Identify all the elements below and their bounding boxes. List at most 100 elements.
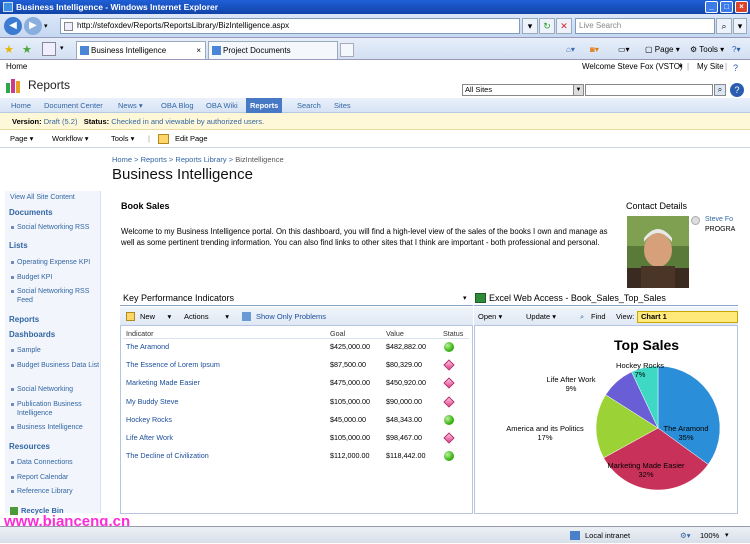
tools-menu[interactable]: ⚙ Tools ▾: [690, 42, 724, 57]
breadcrumb-home[interactable]: Home: [112, 155, 132, 164]
nav-sites[interactable]: Sites: [330, 98, 355, 113]
search-icon[interactable]: ⌕: [716, 18, 732, 34]
welcome-menu[interactable]: Welcome Steve Fox (VSTO): [582, 60, 683, 74]
new-tab-button[interactable]: [340, 43, 354, 57]
nav-news[interactable]: News ▾: [114, 98, 147, 113]
kpi-indicator-link[interactable]: Hockey Rocks: [126, 415, 172, 424]
history-dropdown-icon[interactable]: ▾: [44, 22, 48, 30]
tab-project-documents[interactable]: Project Documents: [208, 41, 338, 59]
nav-document-center[interactable]: Document Center: [40, 98, 107, 113]
page-menu[interactable]: ▢ Page ▾: [645, 42, 680, 57]
ewa-open-button[interactable]: Open ▾: [478, 307, 502, 326]
nav-home[interactable]: Home: [7, 98, 35, 113]
breadcrumb-library[interactable]: Reports Library: [175, 155, 226, 164]
nav-reports[interactable]: Reports: [246, 98, 283, 113]
kpi-indicator-link[interactable]: The Aramond: [126, 342, 169, 351]
home-icon[interactable]: ⌂▾: [566, 42, 575, 57]
close-tab-icon[interactable]: ×: [196, 42, 201, 59]
ql-item[interactable]: Business Intelligence: [11, 423, 101, 432]
col-indicator[interactable]: Indicator: [126, 329, 154, 338]
view-select[interactable]: Chart 1: [637, 311, 738, 323]
ql-item[interactable]: Data Connections: [11, 458, 101, 467]
ql-header-dashboards[interactable]: Dashboards: [9, 330, 55, 339]
workflow-menu[interactable]: Workflow ▾: [52, 130, 89, 148]
kpi-indicator-link[interactable]: My Buddy Steve: [126, 397, 178, 406]
view-all-site-content[interactable]: View All Site Content: [10, 194, 75, 201]
ewa-update-button[interactable]: Update ▾: [526, 307, 556, 326]
back-button[interactable]: ◀: [4, 17, 22, 35]
nav-search[interactable]: Search: [293, 98, 325, 113]
address-dropdown-icon[interactable]: ▾: [522, 18, 538, 34]
version-label: Version:: [12, 117, 42, 126]
help-icon[interactable]: ?▾: [732, 42, 740, 57]
ql-header-resources[interactable]: Resources: [9, 442, 50, 451]
stop-icon[interactable]: ✕: [556, 18, 572, 34]
nav-oba-blog[interactable]: OBA Blog: [157, 98, 198, 113]
kpi-new-button[interactable]: New ▾: [140, 307, 171, 326]
ql-item[interactable]: Sample: [11, 346, 101, 355]
ql-header-lists[interactable]: Lists: [9, 241, 28, 250]
tab-list-dropdown-icon[interactable]: ▾: [60, 44, 64, 52]
kpi-menu-dropdown-icon[interactable]: ▾: [463, 294, 467, 302]
col-value[interactable]: Value: [386, 329, 404, 338]
nav-oba-wiki[interactable]: OBA Wiki: [202, 98, 242, 113]
print-icon[interactable]: ▭▾: [618, 42, 630, 57]
ql-header-reports[interactable]: Reports: [9, 315, 39, 324]
ql-item[interactable]: Publication Business Intelligence: [11, 400, 101, 418]
edit-page-button[interactable]: Edit Page: [175, 130, 208, 148]
advanced-search-icon[interactable]: ?: [730, 83, 744, 97]
kpi-indicator-link[interactable]: The Essence of Lorem Ipsum: [126, 360, 220, 369]
tools-menu-sp[interactable]: Tools ▾: [111, 130, 134, 148]
favorites-star-icon[interactable]: ★: [4, 43, 14, 56]
address-url: http://stefoxdev/Reports/ReportsLibrary/…: [77, 21, 290, 30]
maximize-button[interactable]: □: [720, 1, 733, 13]
kpi-indicator-link[interactable]: Life After Work: [126, 433, 173, 442]
ql-item[interactable]: Budget Business Data List: [11, 361, 101, 370]
security-zone[interactable]: Local intranet: [585, 527, 630, 544]
page-menu-sp[interactable]: Page ▾: [10, 130, 33, 148]
add-favorites-icon[interactable]: ★: [22, 43, 32, 56]
ql-item[interactable]: Social Networking RSS: [11, 223, 101, 232]
address-bar[interactable]: http://stefoxdev/Reports/ReportsLibrary/…: [60, 18, 520, 34]
contact-name[interactable]: Steve Fo: [705, 216, 733, 223]
protected-mode-icon[interactable]: ⚙▾: [680, 527, 691, 544]
status-on-target-icon: [444, 451, 454, 461]
search-options-icon[interactable]: ▾: [733, 18, 747, 34]
live-search-input[interactable]: Live Search: [575, 18, 715, 34]
kpi-actions-button[interactable]: Actions ▾: [184, 307, 229, 326]
ql-item[interactable]: Budget KPI: [11, 273, 101, 282]
window-title-bar: Business Intelligence - Windows Internet…: [0, 0, 750, 14]
ql-item[interactable]: Report Calendar: [11, 473, 101, 482]
show-only-problems-link[interactable]: Show Only Problems: [256, 307, 326, 326]
welcome-dropdown-icon[interactable]: ▾: [679, 60, 683, 74]
site-search-icon[interactable]: ⌕: [714, 84, 726, 96]
refresh-icon[interactable]: ↻: [539, 18, 555, 34]
forward-button[interactable]: ▶: [24, 17, 42, 35]
col-goal[interactable]: Goal: [330, 329, 345, 338]
mysite-link[interactable]: My Site: [697, 60, 724, 74]
quick-tabs-icon[interactable]: [42, 42, 56, 56]
ql-item[interactable]: Social Networking RSS Feed: [11, 287, 101, 305]
kpi-indicator-link[interactable]: The Decline of Civilization: [126, 451, 209, 460]
ewa-find-button[interactable]: Find: [591, 307, 606, 326]
kpi-indicator-link[interactable]: Marketing Made Easier: [126, 378, 200, 387]
zoom-dropdown-icon[interactable]: ▾: [725, 527, 729, 544]
col-status[interactable]: Status: [443, 329, 463, 338]
page-title: Business Intelligence: [112, 166, 253, 183]
ql-item[interactable]: Reference Library: [11, 487, 101, 496]
tab-business-intelligence[interactable]: Business Intelligence ×: [76, 41, 206, 59]
breadcrumb-reports[interactable]: Reports: [141, 155, 167, 164]
site-title[interactable]: Reports: [28, 78, 70, 92]
feeds-icon[interactable]: ◙▾: [590, 42, 599, 57]
kpi-goal-value: $45,000.00: [330, 415, 366, 424]
close-window-button[interactable]: ×: [735, 1, 748, 13]
ql-item[interactable]: Social Networking: [11, 385, 101, 394]
zoom-level[interactable]: 100%: [700, 527, 719, 544]
ql-header-documents[interactable]: Documents: [9, 208, 53, 217]
home-link[interactable]: Home: [6, 60, 27, 74]
search-scope-select[interactable]: All Sites ▼: [462, 84, 584, 96]
sp-help-icon[interactable]: ?: [733, 61, 738, 75]
ql-item[interactable]: Operating Expense KPI: [11, 258, 101, 267]
site-search-input[interactable]: [585, 84, 713, 96]
minimize-button[interactable]: _: [705, 1, 718, 13]
